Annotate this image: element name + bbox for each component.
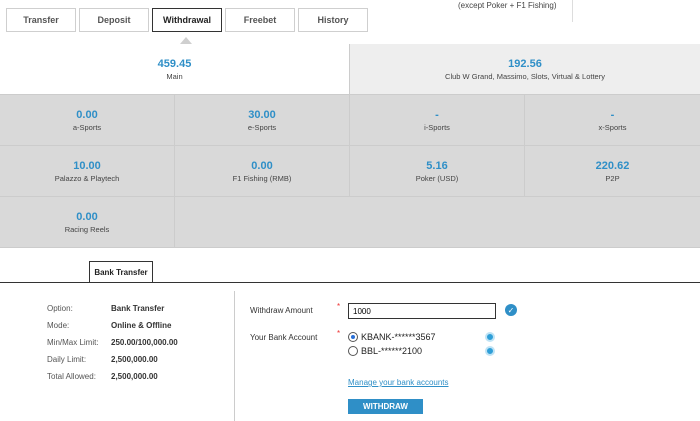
wallet-club-w: 192.56 Club W Grand, Massimo, Slots, Vir… [350,44,700,95]
info-value: 2,500,000.00 [111,372,158,381]
bank-account-name: BBL-******2100 [361,346,423,356]
required-mark: * [337,329,341,338]
wallet-value: 5.16 [426,159,448,172]
info-row: Option: Bank Transfer [47,300,178,317]
wallet-label: i-Sports [424,122,450,132]
tab-bank-transfer[interactable]: Bank Transfer [89,261,153,283]
subtab-divider [0,282,700,283]
wallet-label: Palazzo & Playtech [54,173,120,183]
wallet-note: (except Poker + F1 Fishing) [458,1,557,10]
bank-account-option[interactable]: BBL-******2100 [348,346,422,356]
wallet-label: Poker (USD) [415,173,459,183]
bank-account-label: Your Bank Account [250,333,318,342]
wallet-value: 459.45 [157,57,192,70]
info-key: Mode: [47,321,70,330]
manage-bank-accounts-link[interactable]: Manage your bank accounts [348,378,449,387]
tab-history[interactable]: History [298,8,368,32]
wallet-value: 10.00 [73,159,101,172]
info-dot-icon[interactable] [485,332,495,342]
info-key: Total Allowed: [47,372,96,381]
required-mark: * [337,302,341,311]
info-key: Min/Max Limit: [47,338,99,347]
info-row: Mode: Online & Offline [47,317,178,334]
wallet-label: Club W Grand, Massimo, Slots, Virtual & … [445,71,605,81]
wallet-value: 0.00 [76,210,98,223]
main-tabs: Transfer Deposit Withdrawal Freebet Hist… [6,8,371,32]
form-divider [234,291,235,421]
wallet-value: - [435,108,439,121]
withdraw-amount-input[interactable] [348,303,496,319]
wallet-i-sports: - i-Sports [350,95,525,146]
withdraw-button[interactable]: WITHDRAW [348,399,423,414]
wallet-label: x-Sports [598,122,627,132]
tab-withdrawal[interactable]: Withdrawal [152,8,222,32]
note-divider [572,0,573,22]
info-row: Total Allowed: 2,500,000.00 [47,368,178,385]
info-value: 2,500,000.00 [111,355,158,364]
tab-deposit[interactable]: Deposit [79,8,149,32]
wallet-poker: 5.16 Poker (USD) [350,146,525,197]
wallet-a-sports: 0.00 a-Sports [0,95,175,146]
wallet-label: P2P [605,173,620,183]
wallet-label: Main [166,71,183,81]
wallet-label: Racing Reels [64,224,110,234]
info-value: Bank Transfer [111,304,165,313]
info-row: Daily Limit: 2,500,000.00 [47,351,178,368]
info-value: Online & Offline [111,321,172,330]
wallet-value: 0.00 [251,159,273,172]
tab-freebet[interactable]: Freebet [225,8,295,32]
wallet-value: 0.00 [76,108,98,121]
tab-transfer[interactable]: Transfer [6,8,76,32]
wallet-value: 192.56 [508,57,542,70]
withdraw-info: Option: Bank Transfer Mode: Online & Offli… [47,300,178,385]
check-icon: ✓ [505,304,517,316]
wallet-value: 220.62 [595,159,630,172]
wallet-x-sports: - x-Sports [525,95,700,146]
radio-unselected[interactable] [348,346,358,356]
withdraw-amount-label: Withdraw Amount [250,306,313,315]
wallet-value: - [610,108,615,121]
active-tab-caret [180,37,192,44]
wallet-label: a-Sports [72,122,102,132]
wallet-balances: 459.45 Main 192.56 Club W Grand, Massimo… [0,44,700,248]
info-row: Min/Max Limit: 250.00/100,000.00 [47,334,178,351]
info-dot-icon[interactable] [485,346,495,356]
wallet-f1-fishing: 0.00 F1 Fishing (RMB) [175,146,350,197]
wallet-value: 30.00 [248,108,276,121]
info-value: 250.00/100,000.00 [111,338,178,347]
wallet-racing-reels: 0.00 Racing Reels [0,197,175,248]
wallet-p2p: 220.62 P2P [525,146,700,197]
wallet-label: e-Sports [247,122,277,132]
info-key: Daily Limit: [47,355,87,364]
wallet-label: F1 Fishing (RMB) [232,173,292,183]
wallet-e-sports: 30.00 e-Sports [175,95,350,146]
wallet-palazzo-playtech: 10.00 Palazzo & Playtech [0,146,175,197]
radio-selected[interactable] [348,332,358,342]
bank-account-option[interactable]: KBANK-******3567 [348,332,436,342]
wallet-empty-area [175,197,700,248]
wallet-main: 459.45 Main [0,44,350,95]
info-key: Option: [47,304,73,313]
bank-account-name: KBANK-******3567 [361,332,436,342]
